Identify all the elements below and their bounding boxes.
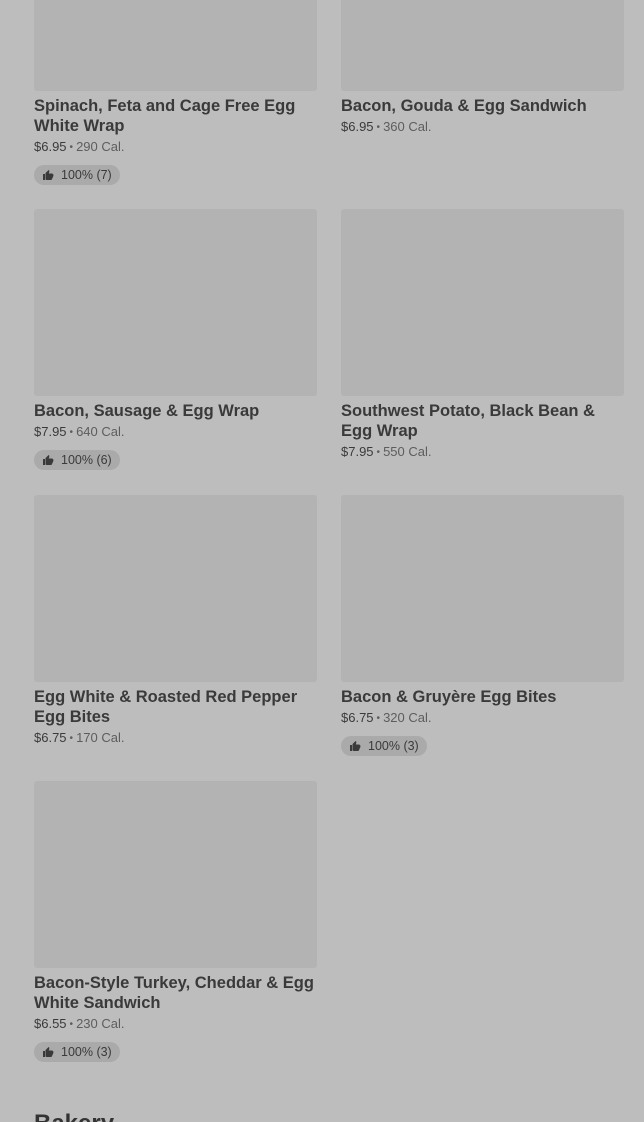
thumbs-up-icon bbox=[43, 1047, 54, 1057]
menu-page: Spinach, Feta and Cage Free Egg White Wr… bbox=[0, 0, 644, 1122]
separator: • bbox=[376, 713, 381, 724]
item-calories: 320 Cal. bbox=[383, 710, 432, 725]
item-image-placeholder bbox=[34, 781, 317, 968]
separator: • bbox=[69, 427, 74, 438]
item-calories: 360 Cal. bbox=[383, 119, 432, 134]
item-meta: $6.95 • 360 Cal. bbox=[341, 119, 624, 136]
separator: • bbox=[376, 122, 381, 133]
rating-badge: 100% (6) bbox=[34, 450, 120, 470]
item-price: $7.95 bbox=[34, 424, 67, 439]
item-meta: $7.95 • 550 Cal. bbox=[341, 444, 624, 461]
item-price: $6.55 bbox=[34, 1016, 67, 1031]
rating-badge: 100% (3) bbox=[34, 1042, 120, 1062]
menu-item-card[interactable]: Spinach, Feta and Cage Free Egg White Wr… bbox=[34, 0, 317, 186]
item-meta: $6.95 • 290 Cal. bbox=[34, 139, 317, 156]
item-meta: $6.75 • 320 Cal. bbox=[341, 710, 624, 727]
item-meta: $6.55 • 230 Cal. bbox=[34, 1016, 317, 1033]
item-price: $6.75 bbox=[341, 710, 374, 725]
separator: • bbox=[376, 447, 381, 458]
menu-item-card[interactable]: Bacon & Gruyère Egg Bites $6.75 • 320 Cal.… bbox=[341, 495, 624, 757]
item-name: Bacon & Gruyère Egg Bites bbox=[341, 688, 557, 706]
item-meta: $7.95 • 640 Cal. bbox=[34, 424, 317, 441]
item-price: $6.95 bbox=[341, 119, 374, 134]
menu-item-card[interactable]: Bacon, Sausage & Egg Wrap $7.95 • 640 Cal.… bbox=[34, 209, 317, 471]
item-price: $7.95 bbox=[341, 444, 374, 459]
item-name: Bacon, Sausage & Egg Wrap bbox=[34, 402, 260, 420]
item-name: Spinach, Feta and Cage Free Egg White Wr… bbox=[34, 97, 296, 135]
item-price: $6.95 bbox=[34, 139, 67, 154]
separator: • bbox=[69, 733, 74, 744]
item-image-placeholder bbox=[34, 209, 317, 396]
item-image-placeholder bbox=[341, 209, 624, 396]
item-image-placeholder bbox=[341, 0, 624, 91]
rating-text: 100% (3) bbox=[368, 739, 419, 753]
item-name: Southwest Potato, Black Bean & Egg Wrap bbox=[341, 402, 595, 440]
separator: • bbox=[69, 142, 74, 153]
menu-item-card[interactable]: Bacon-Style Turkey, Cheddar & Egg White … bbox=[34, 781, 317, 1063]
rating-badge: 100% (3) bbox=[341, 736, 427, 756]
thumbs-up-icon bbox=[43, 170, 54, 180]
item-image-placeholder bbox=[34, 495, 317, 682]
menu-item-card[interactable]: Bacon, Gouda & Egg Sandwich $6.95 • 360 Ca… bbox=[341, 0, 624, 136]
item-name: Egg White & Roasted Red Pepper Egg Bites bbox=[34, 688, 298, 726]
item-name: Bacon, Gouda & Egg Sandwich bbox=[341, 97, 587, 115]
section-title-bakery: Bakery bbox=[34, 1110, 114, 1122]
item-name: Bacon-Style Turkey, Cheddar & Egg White … bbox=[34, 974, 314, 1012]
item-calories: 290 Cal. bbox=[76, 139, 125, 154]
item-meta: $6.75 • 170 Cal. bbox=[34, 730, 317, 747]
rating-badge: 100% (7) bbox=[34, 165, 120, 185]
item-image-placeholder bbox=[341, 495, 624, 682]
item-calories: 550 Cal. bbox=[383, 444, 432, 459]
item-price: $6.75 bbox=[34, 730, 67, 745]
rating-text: 100% (3) bbox=[61, 1045, 112, 1059]
thumbs-up-icon bbox=[350, 741, 361, 751]
item-calories: 230 Cal. bbox=[76, 1016, 125, 1031]
item-image-placeholder bbox=[34, 0, 317, 91]
item-calories: 640 Cal. bbox=[76, 424, 125, 439]
menu-item-card[interactable]: Southwest Potato, Black Bean & Egg Wrap … bbox=[341, 209, 624, 461]
rating-text: 100% (6) bbox=[61, 453, 112, 467]
separator: • bbox=[69, 1019, 74, 1030]
rating-text: 100% (7) bbox=[61, 168, 112, 182]
item-calories: 170 Cal. bbox=[76, 730, 125, 745]
menu-item-card[interactable]: Egg White & Roasted Red Pepper Egg Bites… bbox=[34, 495, 317, 747]
thumbs-up-icon bbox=[43, 455, 54, 465]
